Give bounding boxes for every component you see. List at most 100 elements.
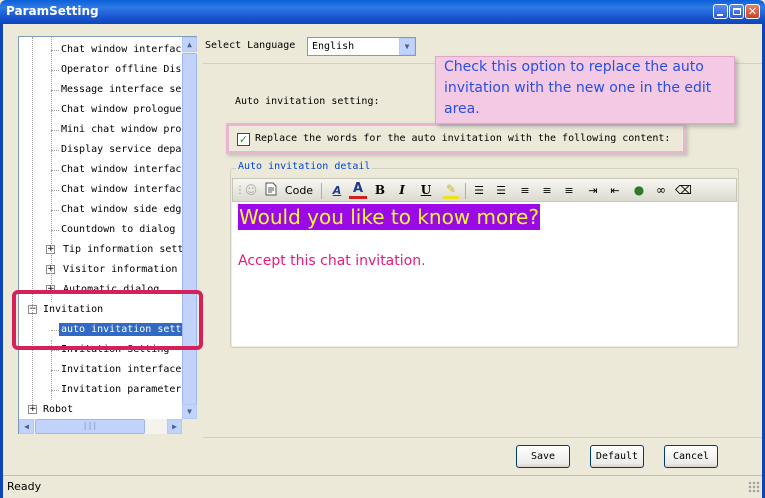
divider	[203, 437, 762, 438]
window-title: ParamSetting	[6, 4, 99, 18]
tree-connector	[51, 37, 52, 302]
tree-connector	[51, 90, 59, 91]
tree-connector	[51, 210, 59, 211]
scroll-up-icon[interactable]: ▲	[182, 37, 197, 52]
tree-item-label: Chat window interfac	[61, 164, 182, 175]
tree-item-label: Invitation parameter	[61, 384, 182, 395]
eraser-icon[interactable]: ⌫	[675, 182, 692, 199]
tree-horizontal-scrollbar[interactable]: ◀ ||| ▶	[19, 419, 182, 434]
status-text: Ready	[7, 480, 42, 493]
settings-tree[interactable]: Chat window interfac Operator offline Dis…	[18, 36, 197, 434]
tree-item-label: Tip information sett	[63, 244, 182, 255]
tree-connector	[51, 110, 59, 111]
tree-connector	[51, 150, 59, 151]
tree-connector	[51, 50, 59, 51]
bold-button[interactable]: B	[373, 182, 387, 199]
underline-button[interactable]: U	[419, 182, 433, 199]
detail-legend: Auto invitation detail	[236, 161, 373, 172]
tree-item[interactable]: Chat window interfac	[59, 160, 182, 180]
tree-item[interactable]: Invitation interface	[59, 360, 182, 380]
checkmark-icon: ✓	[238, 133, 249, 146]
default-button[interactable]: Default	[590, 445, 644, 468]
indent-icon[interactable]: ⇥	[585, 182, 601, 199]
font-color-icon[interactable]: A	[349, 182, 367, 199]
editor-body-text: Accept this chat invitation.	[238, 253, 426, 269]
tree-item-label: Countdown to dialog	[61, 224, 176, 235]
highlight-icon[interactable]: ✎	[443, 182, 459, 199]
tree-item[interactable]: Message interface se	[59, 80, 182, 100]
tree-item[interactable]: Mini chat window pro	[59, 120, 182, 140]
unlink-icon[interactable]: ∞	[653, 182, 669, 199]
auto-invitation-section-label: Auto invitation setting:	[235, 96, 380, 107]
tree-item-label: Chat window interfac	[61, 44, 182, 55]
italic-button[interactable]: I	[395, 182, 409, 199]
scroll-left-icon[interactable]: ◀	[19, 419, 34, 434]
tree-item[interactable]: Operator offline Dis	[59, 60, 182, 80]
language-select[interactable]: English ▼	[307, 37, 416, 56]
vertical-scroll-thumb[interactable]	[182, 53, 197, 413]
tree-vertical-scrollbar[interactable]: ▲ ▼	[182, 37, 197, 419]
numbered-list-icon[interactable]: ☰	[471, 182, 487, 199]
tree-item[interactable]: Tip information sett	[61, 240, 182, 260]
tree-item[interactable]: Invitation parameter	[59, 380, 182, 400]
toolbar-divider	[321, 183, 322, 199]
minimize-icon	[717, 14, 723, 16]
tree-item[interactable]: Chat window side edg	[59, 200, 182, 220]
scroll-right-icon[interactable]: ▶	[167, 419, 182, 434]
tree-item-label: Invitation interface	[61, 364, 182, 375]
tree-connector	[51, 70, 59, 71]
toolbar-grip-icon: ⋮	[235, 185, 245, 196]
tree-item[interactable]: Chat window prologue	[59, 100, 182, 120]
save-button[interactable]: Save	[516, 445, 570, 468]
outdent-icon[interactable]: ⇤	[607, 182, 623, 199]
tree-item-label: Display service depa	[61, 144, 182, 155]
source-file-icon[interactable]	[264, 182, 278, 199]
maximize-button[interactable]	[729, 4, 744, 19]
tree-connector	[51, 170, 59, 171]
align-left-icon[interactable]: ≡	[517, 182, 533, 199]
bullet-list-icon[interactable]: ☰	[493, 182, 509, 199]
replace-checkbox[interactable]: ✓	[237, 133, 250, 146]
replace-checkbox-label[interactable]: Replace the words for the auto invitatio…	[255, 133, 670, 144]
tree-item-label: Chat window prologue	[61, 104, 182, 115]
tree-item[interactable]: Visitor information	[61, 260, 179, 280]
horizontal-scroll-thumb[interactable]: |||	[35, 419, 145, 434]
smiley-icon[interactable]: ☺	[243, 182, 259, 199]
help-callout: Check this option to replace the auto in…	[435, 56, 735, 124]
status-bar: Ready	[3, 475, 762, 495]
tree-connector	[51, 130, 59, 131]
tree-items: Chat window interfac Operator offline Dis…	[19, 37, 182, 419]
align-center-icon[interactable]: ≡	[539, 182, 555, 199]
tree-item-label: Chat window interfac	[61, 184, 182, 195]
tree-item[interactable]: Chat window interfac	[59, 180, 182, 200]
scroll-corner	[182, 419, 197, 434]
resize-grip-icon[interactable]	[748, 481, 760, 493]
align-right-icon[interactable]: ≡	[561, 182, 577, 199]
editor-area[interactable]: Would you like to know more? Accept this…	[232, 202, 737, 346]
chevron-down-icon[interactable]: ▼	[399, 38, 415, 55]
font-size-icon[interactable]: A	[328, 182, 346, 199]
code-button[interactable]: Code	[283, 182, 315, 199]
tree-item-label: Message interface se	[61, 84, 182, 95]
close-icon: ✕	[747, 5, 758, 18]
globe-link-icon[interactable]: ●	[631, 182, 647, 199]
language-value: English	[312, 41, 355, 52]
tree-item[interactable]: Display service depa	[59, 140, 182, 160]
tree-connector	[51, 390, 59, 391]
scroll-down-icon[interactable]: ▼	[182, 404, 197, 419]
close-button[interactable]: ✕	[745, 4, 760, 19]
replace-option-highlight: ✓ Replace the words for the auto invitat…	[226, 123, 686, 154]
title-bar: ParamSetting ✕	[0, 0, 765, 24]
toolbar-divider	[465, 183, 466, 199]
invitation-highlight-annotation	[12, 290, 203, 350]
maximize-icon	[733, 8, 741, 15]
tree-item-label: Visitor information	[63, 264, 178, 275]
tree-connector	[32, 37, 33, 407]
tree-item[interactable]: Robot	[41, 400, 75, 419]
tree-connector	[51, 350, 59, 351]
minimize-button[interactable]	[713, 4, 728, 19]
tree-item[interactable]: Countdown to dialog	[59, 220, 177, 240]
tree-item[interactable]: Chat window interfac	[59, 40, 182, 60]
tree-item-label: Chat window side edg	[61, 204, 182, 215]
cancel-button[interactable]: Cancel	[664, 445, 718, 468]
